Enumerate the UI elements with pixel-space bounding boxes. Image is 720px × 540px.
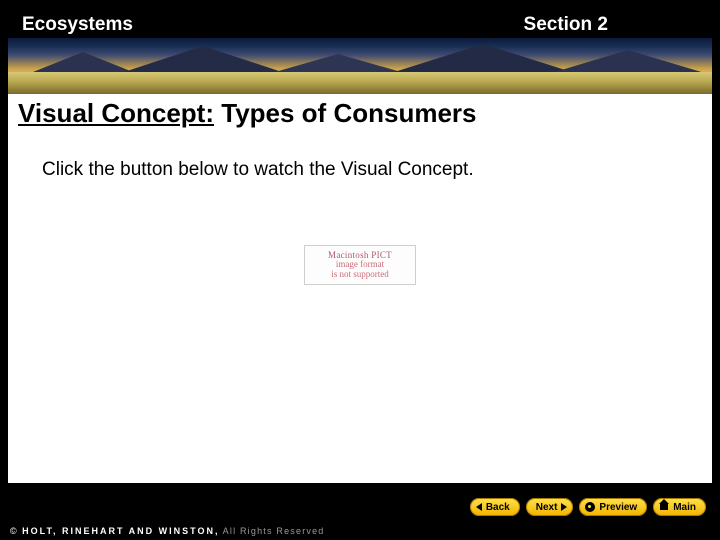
copyright-rights: All Rights Reserved: [219, 526, 324, 536]
mountain-icon: [118, 46, 288, 74]
slide: Ecosystems Section 2 Visual Concept: Typ…: [8, 6, 712, 500]
preview-label: Preview: [599, 502, 637, 513]
title-bar: Visual Concept: Types of Consumers: [8, 94, 712, 135]
slide-title: Visual Concept: Types of Consumers: [18, 98, 702, 129]
chevron-right-icon: [561, 503, 567, 511]
main-button[interactable]: Main: [653, 498, 706, 516]
eye-icon: [585, 502, 595, 512]
landscape-banner: [8, 38, 712, 94]
section-label: Section 2: [524, 14, 608, 36]
home-icon: [659, 503, 669, 511]
next-button[interactable]: Next: [526, 498, 574, 516]
slide-header: Ecosystems Section 2: [8, 6, 712, 38]
copyright-brand: HOLT, RINEHART AND WINSTON,: [22, 526, 219, 536]
back-label: Back: [486, 502, 510, 513]
slide-body: Click the button below to watch the Visu…: [8, 135, 712, 483]
mountain-icon: [268, 54, 408, 74]
preview-button[interactable]: Preview: [579, 498, 647, 516]
mountain-icon: [548, 50, 708, 74]
title-rest: Types of Consumers: [214, 98, 476, 128]
back-button[interactable]: Back: [470, 498, 520, 516]
visual-concept-button[interactable]: Macintosh PICT image format is not suppo…: [304, 245, 416, 285]
instruction-text: Click the button below to watch the Visu…: [42, 159, 698, 181]
placeholder-line: is not supported: [331, 270, 389, 279]
copyright: © HOLT, RINEHART AND WINSTON, All Rights…: [10, 526, 325, 536]
nav-toolbar: Back Next Preview Main: [0, 496, 720, 518]
ground: [8, 72, 712, 94]
chapter-title: Ecosystems: [22, 14, 133, 36]
chevron-left-icon: [476, 503, 482, 511]
main-label: Main: [673, 502, 696, 513]
next-label: Next: [536, 502, 558, 513]
title-prefix: Visual Concept:: [18, 98, 214, 128]
